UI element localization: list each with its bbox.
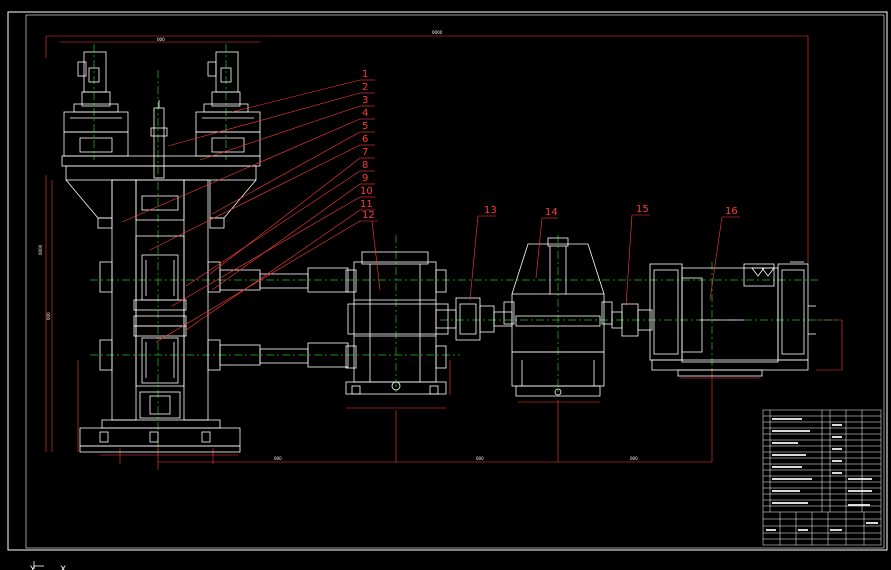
ucs-icon: [33, 561, 44, 569]
svg-text:000: 000: [46, 312, 51, 320]
callout-11: 11: [360, 199, 373, 210]
callout-9: 9: [362, 173, 368, 184]
callout-2: 2: [362, 82, 368, 93]
svg-text:0000: 0000: [38, 244, 43, 255]
ucs-label-y: Y: [29, 565, 36, 570]
sheet-inner-border: [25, 14, 885, 549]
callout-7: 7: [362, 147, 368, 158]
centerlines: [90, 44, 840, 450]
callout-3: 3: [362, 95, 368, 106]
callout-labels-drive-train: 13 14 15 16: [484, 204, 738, 218]
callout-10: 10: [360, 186, 373, 197]
svg-text:000: 000: [274, 456, 282, 461]
svg-text:000: 000: [630, 456, 638, 461]
ucs-label-x: X: [60, 565, 66, 570]
callout-1: 1: [362, 69, 368, 80]
callout-5: 5: [362, 121, 368, 132]
spindles: [219, 267, 349, 368]
svg-text:0000: 0000: [432, 30, 443, 35]
callout-4: 4: [362, 108, 368, 119]
svg-text:000: 000: [157, 37, 165, 42]
callout-12: 12: [362, 210, 375, 221]
callout-13: 13: [484, 205, 497, 216]
callout-8: 8: [362, 160, 368, 171]
gear-stand: [345, 251, 457, 395]
svg-text:000: 000: [476, 456, 484, 461]
roll-stand: [61, 51, 261, 453]
cad-drawing: 0000 000 0000 000 000 000 000 1 2 3 4 5 …: [7, 11, 888, 570]
main-motor: [649, 261, 816, 377]
callout-15: 15: [636, 204, 649, 215]
callout-14: 14: [545, 207, 558, 218]
callout-6: 6: [362, 134, 368, 145]
dimension-lines: [45, 35, 843, 470]
sheet-outer-border: [7, 11, 888, 551]
callout-16: 16: [725, 206, 738, 217]
